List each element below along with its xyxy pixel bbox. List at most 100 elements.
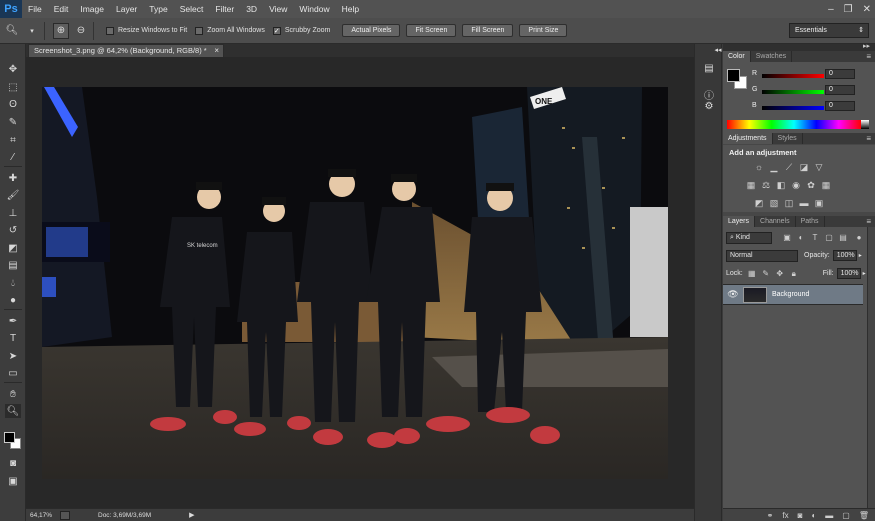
levels-icon[interactable]: ▁ [768, 162, 780, 172]
lasso-tool-icon[interactable]: ʘ [5, 97, 21, 111]
tab-channels[interactable]: Channels [755, 216, 796, 227]
crop-tool-icon[interactable]: ⌗ [5, 133, 21, 147]
menu-edit[interactable]: Edit [48, 0, 75, 18]
menu-select[interactable]: Select [174, 0, 210, 18]
tab-color[interactable]: Color [723, 51, 751, 62]
resize-windows-checkbox[interactable]: Resize Windows to Fit [106, 26, 187, 35]
scrubby-zoom-checkbox[interactable]: ✓ Scrubby Zoom [272, 26, 330, 35]
dodge-tool-icon[interactable]: ● [5, 293, 21, 307]
green-slider[interactable] [762, 90, 824, 94]
photo-filter-icon[interactable]: ◉ [790, 180, 802, 190]
shape-filter-icon[interactable]: ▢ [824, 233, 834, 242]
clone-stamp-tool-icon[interactable]: ⊥ [5, 206, 21, 220]
curves-icon[interactable]: ⟋ [783, 162, 795, 172]
menu-help[interactable]: Help [336, 0, 365, 18]
visibility-eye-icon[interactable]: 👁︎ [723, 289, 743, 300]
red-value-input[interactable]: 0 [825, 69, 855, 79]
brush-tool-icon[interactable]: 🖌︎ [5, 188, 21, 202]
blur-tool-icon[interactable]: 💧︎ [5, 276, 21, 290]
new-adjustment-layer-icon[interactable]: ◐ [811, 511, 816, 520]
invert-icon[interactable]: ◩ [753, 198, 765, 208]
filter-toggle-icon[interactable]: ● [854, 233, 864, 242]
blue-slider[interactable] [762, 106, 824, 110]
zoom-in-icon[interactable]: ⊕ [53, 22, 69, 39]
menu-image[interactable]: Image [74, 0, 110, 18]
blue-value-input[interactable]: 0 [825, 101, 855, 111]
zoom-tool-icon[interactable]: 🔍︎ [4, 23, 20, 39]
panel-menu-icon[interactable]: ≡ [866, 51, 871, 62]
tab-swatches[interactable]: Swatches [751, 51, 793, 62]
pixel-filter-icon[interactable]: ▣ [782, 233, 792, 242]
tab-adjustments[interactable]: Adjustments [723, 133, 773, 144]
channel-mixer-icon[interactable]: ✿ [805, 180, 817, 190]
chevron-down-icon[interactable]: ▾ [24, 23, 40, 39]
type-tool-icon[interactable]: T [5, 331, 21, 345]
tab-layers[interactable]: Layers [723, 216, 756, 227]
blend-mode-select[interactable]: Normal [726, 249, 798, 262]
link-layers-icon[interactable]: ⚭ [767, 511, 774, 520]
close-icon[interactable]: × [214, 45, 219, 57]
hand-tool-icon[interactable]: ✋︎ [5, 387, 21, 401]
restore-icon[interactable]: ❐ [844, 4, 853, 15]
hue-saturation-icon[interactable]: ▦ [745, 180, 757, 190]
menu-file[interactable]: File [22, 0, 48, 18]
layer-mask-icon[interactable]: ◙ [798, 511, 803, 520]
selective-color-icon[interactable]: ▣ [813, 198, 825, 208]
new-layer-icon[interactable]: ▢ [842, 511, 850, 520]
vibrance-icon[interactable]: ▽ [813, 162, 825, 172]
menu-3d[interactable]: 3D [240, 0, 263, 18]
lock-transparency-icon[interactable]: ▦ [747, 269, 757, 278]
workspace-select[interactable]: Essentials [789, 23, 869, 38]
black-white-icon[interactable]: ◧ [775, 180, 787, 190]
opacity-input[interactable]: 100% [832, 250, 857, 261]
opacity-dropdown-icon[interactable]: ▸ [859, 252, 862, 259]
document-photo[interactable]: ONE SK telecom [42, 87, 668, 479]
zoom-all-windows-checkbox[interactable]: Zoom All Windows [195, 26, 265, 35]
panel-menu-icon[interactable]: ≡ [866, 133, 871, 144]
minimize-icon[interactable]: – [828, 4, 834, 15]
lock-all-icon[interactable]: 🔒︎ [789, 269, 799, 279]
color-spectrum-bar[interactable] [727, 120, 861, 129]
posterize-icon[interactable]: ▧ [768, 198, 780, 208]
move-tool-icon[interactable]: ✥ [5, 62, 21, 76]
kind-filter-select[interactable]: ⌕ Kind [726, 231, 772, 244]
gradient-map-icon[interactable]: ▬ [798, 198, 810, 208]
green-value-input[interactable]: 0 [825, 85, 855, 95]
smart-object-filter-icon[interactable]: ▤ [838, 233, 848, 242]
tab-styles[interactable]: Styles [773, 133, 803, 144]
eyedropper-tool-icon[interactable]: ⁄ [5, 150, 21, 164]
actual-pixels-button[interactable]: Actual Pixels [342, 24, 401, 37]
history-brush-tool-icon[interactable]: ↺ [5, 223, 21, 237]
fill-input[interactable]: 100% [836, 268, 861, 279]
foreground-color-swatch[interactable] [4, 432, 15, 443]
document-tab[interactable]: Screenshot_3.png @ 64,2% (Background, RG… [28, 44, 224, 57]
menu-view[interactable]: View [263, 0, 293, 18]
lock-pixels-icon[interactable]: ✎ [761, 269, 771, 278]
screen-mode-icon[interactable]: ▣ [5, 474, 21, 488]
color-balance-icon[interactable]: ⚖ [760, 180, 772, 190]
pen-tool-icon[interactable]: ✒ [5, 314, 21, 328]
rectangle-tool-icon[interactable]: ▭ [5, 366, 21, 380]
properties-panel-icon[interactable]: ⚙ [702, 100, 716, 112]
foreground-color-swatch[interactable] [727, 69, 740, 82]
quick-mask-icon[interactable]: ◙ [5, 456, 21, 470]
new-group-icon[interactable]: ▬ [825, 511, 833, 520]
zoom-out-icon[interactable]: ⊖ [73, 23, 89, 39]
canvas-area[interactable]: ONE SK telecom [26, 57, 694, 508]
path-select-tool-icon[interactable]: ➤ [5, 349, 21, 363]
print-size-button[interactable]: Print Size [519, 24, 568, 37]
panel-menu-icon[interactable]: ≡ [866, 216, 871, 227]
close-icon[interactable]: ✕ [863, 4, 871, 15]
zoom-level-field[interactable]: 64,17% [26, 512, 54, 519]
layer-style-icon[interactable]: fx [782, 511, 788, 520]
color-lookup-icon[interactable]: ▦ [820, 180, 832, 190]
marquee-tool-icon[interactable]: ⬚ [5, 80, 21, 94]
threshold-icon[interactable]: ◫ [783, 198, 795, 208]
red-slider[interactable] [762, 74, 824, 78]
history-panel-icon[interactable]: ▤ [702, 62, 716, 74]
menu-window[interactable]: Window [293, 0, 335, 18]
layer-name[interactable]: Background [772, 291, 809, 298]
delete-layer-icon[interactable]: 🗑︎ [859, 511, 869, 520]
layer-row-background[interactable]: 👁︎ Background [723, 284, 863, 305]
fill-dropdown-icon[interactable]: ▸ [863, 270, 866, 277]
